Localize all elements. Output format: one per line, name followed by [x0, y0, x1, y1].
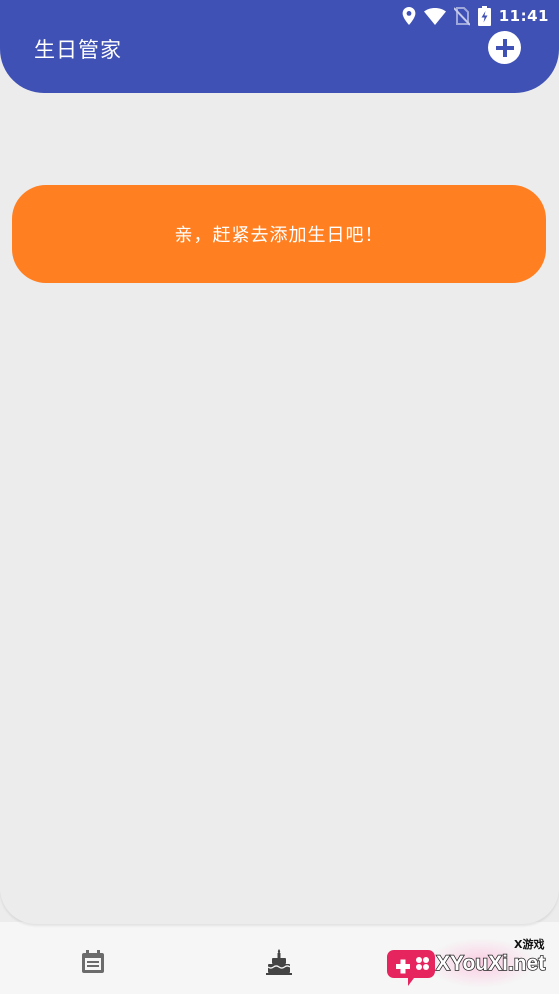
nav-item-birthday[interactable] — [259, 942, 299, 982]
gamepad-logo-icon — [387, 950, 435, 986]
empty-state-message: 亲，赶紧去添加生日吧！ — [174, 225, 384, 246]
status-time: 11:41 — [498, 7, 549, 25]
content-area-bottom-edge — [0, 880, 559, 924]
empty-state-card[interactable]: 亲，赶紧去添加生日吧！ — [12, 185, 546, 283]
watermark: X游戏 XYouXi.net — [386, 936, 559, 994]
battery-charging-icon — [477, 6, 491, 26]
no-sim-icon — [453, 6, 470, 26]
status-bar: 11:41 — [402, 5, 549, 27]
app-header: 11:41 生日管家 — [0, 0, 559, 93]
add-birthday-button[interactable] — [488, 31, 521, 64]
plus-icon — [495, 38, 514, 57]
birthday-cake-icon — [266, 949, 292, 975]
calendar-icon — [82, 950, 104, 973]
location-icon — [402, 7, 416, 25]
page-title: 生日管家 — [34, 38, 122, 62]
watermark-top-text: X游戏 — [514, 938, 545, 951]
watermark-site-text: XYouXi.net — [435, 951, 546, 976]
nav-item-calendar[interactable] — [73, 942, 113, 982]
screen: 11:41 生日管家 亲，赶紧去添加生日吧！ X游戏 XYouXi.net — [0, 0, 559, 994]
wifi-icon — [423, 7, 446, 25]
